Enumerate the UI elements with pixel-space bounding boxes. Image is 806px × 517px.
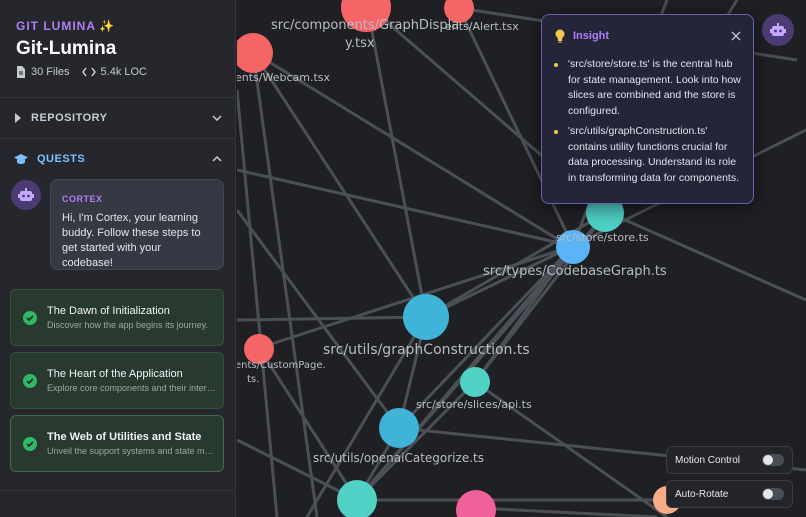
cortex-avatar (11, 180, 41, 210)
check-circle-icon (23, 310, 37, 325)
cortex-message-bubble: CORTEX Hi, I'm Cortex, your learning bud… (50, 179, 224, 270)
robot-icon (770, 23, 786, 36)
node-webcam[interactable] (237, 33, 273, 73)
quest-description: Discover how the app begins its journey. (47, 320, 208, 330)
quest-title: The Dawn of Initialization (47, 305, 170, 317)
cortex-message: Hi, I'm Cortex, your learning buddy. Fol… (62, 212, 201, 269)
motion-control-card: Motion Control (666, 446, 793, 474)
loc-count-text: 5.4k LOC (100, 66, 147, 78)
node-graph-construction[interactable] (403, 294, 449, 340)
insight-list: 'src/store/store.ts' is the central hub … (554, 57, 741, 186)
node-pink-bottom[interactable] (456, 490, 496, 517)
check-circle-icon (23, 373, 37, 388)
insight-title: Insight (573, 30, 610, 42)
quest-description: Unveil the support systems and state man… (47, 446, 215, 456)
caret-right-icon (15, 113, 21, 123)
magic-wand-icon: ✨ (99, 19, 115, 33)
brand-text: GIT LUMINA (16, 19, 96, 33)
bullet-icon (554, 63, 558, 67)
sidebar: GIT LUMINA ✨ Git-Lumina 30 Files 5.4k LOC… (0, 0, 236, 517)
toggle-knob (763, 489, 773, 499)
quest-item-heart[interactable]: The Heart of the Application Explore cor… (10, 352, 224, 409)
node-categorize[interactable] (379, 408, 419, 448)
graduation-cap-icon (14, 153, 28, 164)
insight-item-text: 'src/utils/graphConstruction.ts' contain… (568, 125, 740, 184)
insight-item: 'src/utils/graphConstruction.ts' contain… (554, 124, 741, 186)
check-circle-icon (23, 436, 37, 451)
node-label: src/utils/openaiCategorize.ts (313, 451, 484, 465)
insight-item-text: 'src/store/store.ts' is the central hub … (568, 58, 741, 117)
code-icon (81, 67, 96, 77)
quest-item-initialization[interactable]: The Dawn of Initialization Discover how … (10, 289, 224, 346)
file-count-text: 30 Files (31, 66, 70, 78)
robot-icon (18, 188, 34, 201)
quest-description: Explore core components and their intera… (47, 383, 215, 393)
node-label: src/store/slices/api.ts (416, 398, 532, 411)
chevron-down-icon (212, 115, 222, 121)
quest-title: The Heart of the Application (47, 368, 183, 380)
close-icon[interactable] (731, 31, 741, 41)
cortex-name: CORTEX (62, 194, 103, 204)
file-icon (17, 66, 25, 78)
repo-name: Git-Lumina (16, 38, 117, 59)
motion-control-label: Motion Control (675, 454, 741, 466)
node-label: src/components/GraphDispla (271, 18, 459, 33)
node-label: src/utils/graphConstruction.ts (323, 342, 530, 358)
quest-title: The Web of Utilities and State (47, 431, 202, 443)
node-label: ents/Webcam.tsx (237, 71, 331, 84)
file-count: 30 Files (16, 66, 70, 78)
bullet-icon (554, 130, 558, 134)
quests-section-toggle[interactable]: QUESTS (0, 139, 235, 179)
node-api[interactable] (460, 367, 490, 397)
divider (0, 490, 235, 491)
toggle-knob (763, 455, 773, 465)
quests-label: QUESTS (37, 153, 86, 165)
node-label: y.tsx (345, 36, 375, 51)
node-label: ents/Alert.tsx (445, 20, 519, 33)
insight-panel: Insight 'src/store/store.ts' is the cent… (541, 14, 754, 204)
auto-rotate-label: Auto-Rotate (675, 488, 729, 500)
chevron-up-icon (212, 156, 222, 162)
brand: GIT LUMINA ✨ (16, 19, 115, 33)
insight-item: 'src/store/store.ts' is the central hub … (554, 57, 741, 119)
node-label: ts. (247, 374, 259, 385)
node-label: ents/CustomPage. (237, 360, 326, 371)
loc-count: 5.4k LOC (81, 66, 147, 78)
auto-rotate-card: Auto-Rotate (666, 480, 793, 508)
motion-control-toggle[interactable] (762, 454, 784, 466)
auto-rotate-toggle[interactable] (762, 488, 784, 500)
quest-item-utilities[interactable]: The Web of Utilities and State Unveil th… (10, 415, 224, 472)
node-label: src/store/store.ts (556, 231, 649, 244)
repository-section-toggle[interactable]: REPOSITORY (0, 98, 235, 138)
repository-label: REPOSITORY (31, 112, 108, 124)
lightbulb-icon (555, 29, 565, 43)
cortex-assistant-button[interactable] (762, 14, 794, 46)
node-label: src/types/CodebaseGraph.ts (483, 264, 667, 279)
repo-meta: 30 Files 5.4k LOC (16, 66, 159, 78)
